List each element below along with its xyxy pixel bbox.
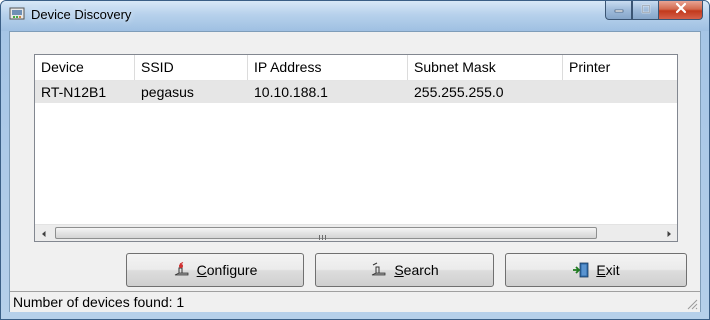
exit-label: Exit [596,262,620,278]
network-device-icon [9,6,25,22]
cell-ssid: pegasus [141,84,194,100]
search-device-icon [370,262,388,278]
exit-door-icon [572,262,590,278]
cell-subnet-mask: 255.255.255.0 [414,84,504,100]
chevron-right-icon [665,225,673,242]
cell-ip-address: 10.10.188.1 [254,84,328,100]
scrollbar-thumb[interactable] [55,227,597,240]
scroll-left-button[interactable] [35,225,52,242]
search-label: Search [394,262,439,278]
column-header-printer[interactable]: Printer [563,55,677,80]
status-text: Number of devices found: 1 [13,294,185,310]
horizontal-scrollbar[interactable] [35,224,677,242]
scroll-right-button[interactable] [660,225,677,242]
client-area: Device SSID IP Address Subnet Mask Print… [9,31,701,312]
column-header-ssid[interactable]: SSID [135,55,248,80]
cell-printer [563,81,677,103]
table-row[interactable]: RT-N12B1 pegasus 10.10.188.1 255.255.255… [35,81,677,103]
minimize-button[interactable] [605,1,632,20]
exit-button[interactable]: Exit [505,253,687,287]
column-header-ip-address[interactable]: IP Address [248,55,408,80]
title-bar[interactable]: Device Discovery [1,1,709,31]
minimize-icon [613,1,625,19]
resize-grip-icon[interactable] [685,297,698,310]
status-bar: Number of devices found: 1 [10,291,700,312]
list-header: Device SSID IP Address Subnet Mask Print… [35,55,677,81]
window-title: Device Discovery [31,7,132,22]
device-discovery-window: Device Discovery Device SSID IP Address … [0,0,710,320]
cell-device: RT-N12B1 [41,84,107,100]
close-button[interactable] [659,1,703,20]
column-header-subnet-mask[interactable]: Subnet Mask [408,55,563,80]
grip-icon [318,229,327,240]
device-list[interactable]: Device SSID IP Address Subnet Mask Print… [34,54,678,242]
configure-label: Configure [196,262,258,278]
caption-buttons [605,1,703,21]
configure-icon [173,262,191,278]
chevron-left-icon [40,225,48,242]
configure-button[interactable]: Configure [126,253,304,287]
search-button[interactable]: Search [315,253,494,287]
maximize-icon [640,1,652,19]
column-header-device[interactable]: Device [35,55,135,80]
maximize-button[interactable] [632,1,659,20]
close-icon [674,1,688,19]
